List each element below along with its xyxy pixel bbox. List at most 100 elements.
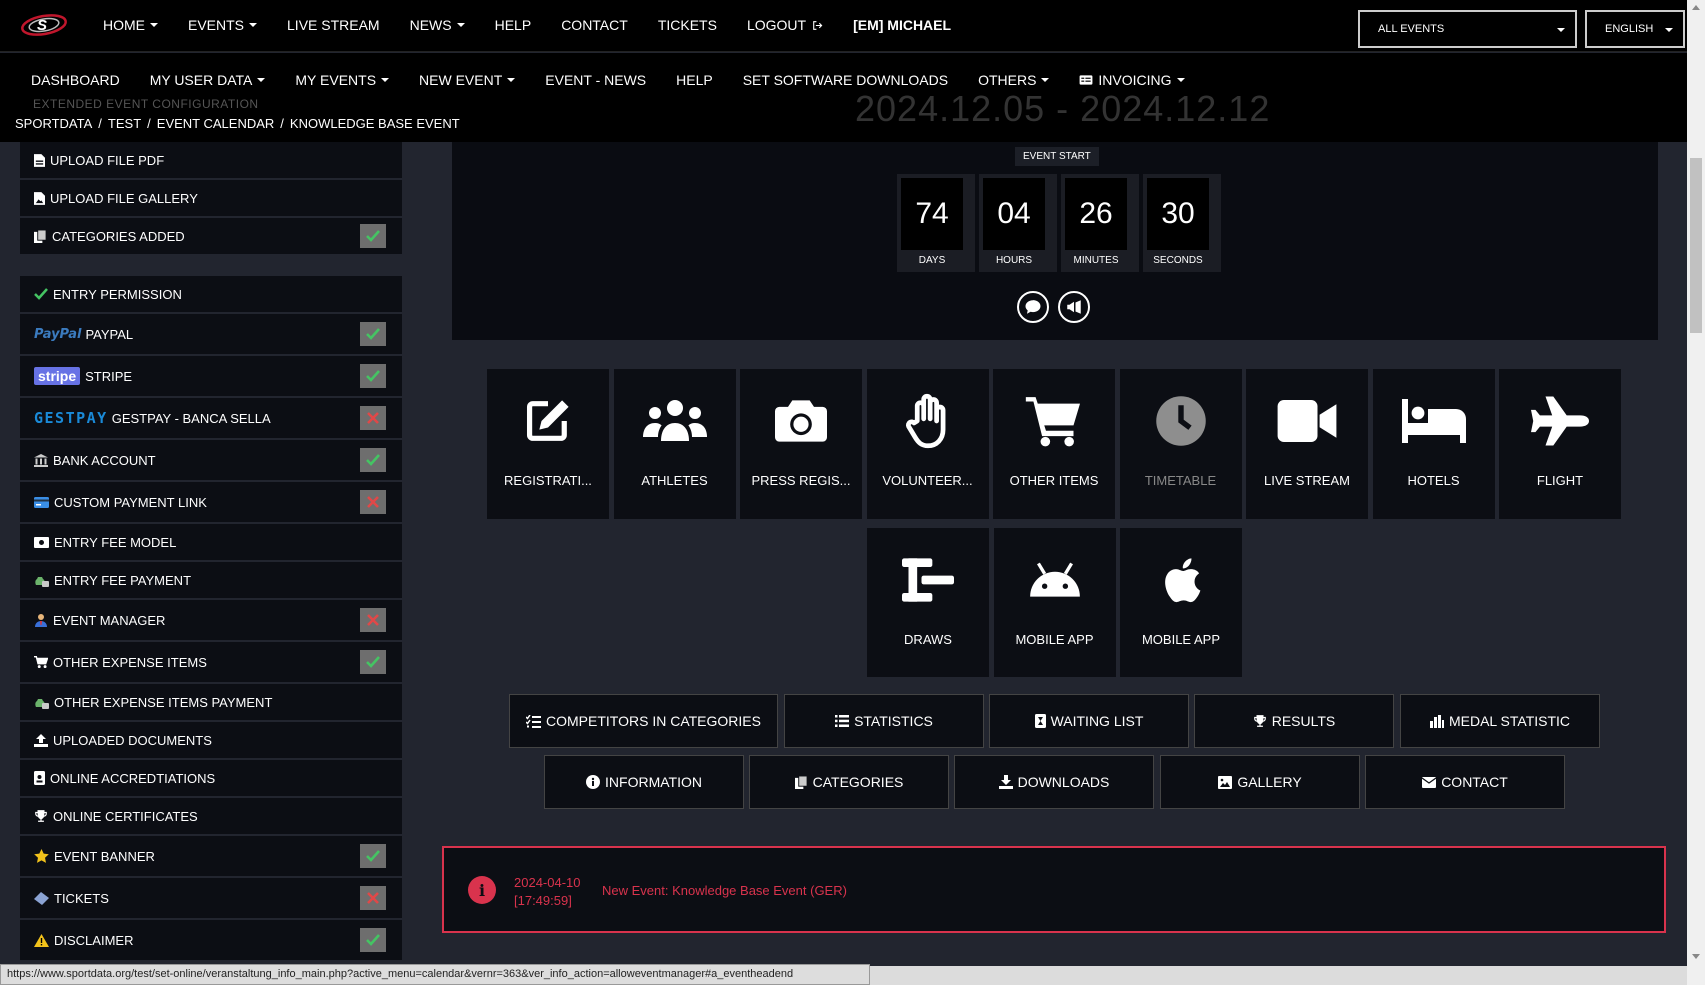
breadcrumb-item-sportdata[interactable]: SPORTDATA bbox=[15, 116, 92, 131]
sidebar-item-entry-fee-payment[interactable]: ENTRY FEE PAYMENT bbox=[20, 562, 402, 600]
camera-icon bbox=[775, 391, 827, 451]
countdown-unit-label: SECONDS bbox=[1153, 255, 1203, 266]
subnav-item-new-event[interactable]: NEW EVENT bbox=[404, 72, 530, 88]
subnav-item-set-software-downloads[interactable]: SET SOFTWARE DOWNLOADS bbox=[728, 72, 963, 88]
button-gallery[interactable]: GALLERY bbox=[1160, 755, 1360, 809]
user-menu[interactable]: [EM] MICHAEL bbox=[839, 17, 966, 33]
tile-mobile-app-apple[interactable]: MOBILE APP bbox=[1120, 528, 1242, 677]
subnav-item-label: SET SOFTWARE DOWNLOADS bbox=[742, 71, 949, 88]
nav-item-events[interactable]: EVENTS bbox=[173, 17, 272, 33]
svg-text:S: S bbox=[37, 17, 47, 34]
subnav-item-dashboard[interactable]: DASHBOARD bbox=[16, 72, 135, 88]
sidebar-item-categories-added[interactable]: CATEGORIES ADDED bbox=[20, 218, 402, 256]
tile-draws-draws[interactable]: DRAWS bbox=[867, 528, 989, 677]
nav-item-logout[interactable]: LOGOUT bbox=[732, 17, 839, 33]
sidebar-item-label: TICKETS bbox=[54, 890, 109, 906]
ticket-icon bbox=[34, 891, 49, 905]
countdown-unit-label: DAYS bbox=[918, 255, 946, 266]
countdown-panel: EVENT START 74 DAYS 04 HOURS 26 MINUTES 30 SECO… bbox=[452, 142, 1658, 340]
chevron-down-icon bbox=[150, 23, 158, 27]
announcement-button[interactable] bbox=[1058, 291, 1090, 323]
breadcrumb-item-event-calendar[interactable]: EVENT CALENDAR bbox=[157, 116, 275, 131]
tile-flight-plane[interactable]: FLIGHT bbox=[1499, 369, 1621, 519]
tile-athletes-users[interactable]: ATHLETES bbox=[613, 369, 736, 519]
sidebar-item-event-manager[interactable]: EVENT MANAGER bbox=[20, 600, 402, 642]
nav-item-news[interactable]: NEWS bbox=[395, 17, 480, 33]
subnav-item-my-user-data[interactable]: MY USER DATA bbox=[135, 72, 281, 88]
sidebar-item-online-accredtiations[interactable]: ONLINE ACCREDTIATIONS bbox=[20, 760, 402, 798]
language-select[interactable]: ENGLISH bbox=[1585, 10, 1685, 48]
sidebar-item-label: OTHER EXPENSE ITEMS bbox=[53, 654, 207, 670]
nav-item-help[interactable]: HELP bbox=[480, 17, 547, 33]
money-bag-icon bbox=[34, 695, 49, 709]
sidebar-item-tickets[interactable]: TICKETS bbox=[20, 878, 402, 920]
vertical-scrollbar[interactable] bbox=[1687, 0, 1705, 985]
nav-item-tickets[interactable]: TICKETS bbox=[643, 17, 732, 33]
tile-volunteer-hand[interactable]: VOLUNTEER... bbox=[866, 369, 989, 519]
alert-message[interactable]: New Event: Knowledge Base Event (GER) bbox=[602, 883, 847, 898]
tile-hotels-bed[interactable]: HOTELS bbox=[1372, 369, 1495, 519]
sidebar-item-event-banner[interactable]: EVENT BANNER bbox=[20, 836, 402, 878]
sidebar-item-custom-payment-link[interactable]: CUSTOM PAYMENT LINK bbox=[20, 482, 402, 524]
sidebar-item-disclaimer[interactable]: DISCLAIMER bbox=[20, 920, 402, 962]
sidebar-item-entry-permission[interactable]: ENTRY PERMISSION bbox=[20, 276, 402, 314]
horizontal-scrollbar[interactable] bbox=[870, 966, 1687, 985]
nav-item-live-stream[interactable]: LIVE STREAM bbox=[272, 17, 395, 33]
sidebar-item-other-expense-items-payment[interactable]: OTHER EXPENSE ITEMS PAYMENT bbox=[20, 684, 402, 722]
sidebar-item-upload-file-pdf[interactable]: UPLOAD FILE PDF bbox=[20, 142, 402, 180]
subnav-item-help[interactable]: HELP bbox=[661, 72, 728, 88]
countdown-unit-label: MINUTES bbox=[1073, 255, 1119, 266]
scroll-down-arrow-icon[interactable] bbox=[1692, 954, 1700, 959]
id-badge-icon bbox=[34, 771, 45, 785]
tile-registrati-edit[interactable]: REGISTRATI... bbox=[487, 369, 609, 519]
info-circle-icon: i bbox=[468, 876, 496, 904]
countdown-seconds: 30 SECONDS bbox=[1143, 174, 1221, 272]
subnav-item-my-events[interactable]: MY EVENTS bbox=[280, 72, 404, 88]
tile-label: FLIGHT bbox=[1536, 473, 1584, 488]
tile-press-regis-camera[interactable]: PRESS REGIS... bbox=[740, 369, 862, 519]
nav-item-home[interactable]: HOME bbox=[88, 17, 173, 33]
tile-timetable-clock[interactable]: TIMETABLE bbox=[1119, 369, 1242, 519]
sidebar-item-gestpay-banca-sella[interactable]: GESTPAY GESTPAY - BANCA SELLA bbox=[20, 398, 402, 440]
nav-item-contact[interactable]: CONTACT bbox=[546, 17, 643, 33]
scrollbar-thumb[interactable] bbox=[1690, 158, 1702, 333]
tile-label: ATHLETES bbox=[641, 473, 708, 488]
subnav-item-label: OTHERS bbox=[978, 71, 1037, 88]
sidebar-item-entry-fee-model[interactable]: ENTRY FEE MODEL bbox=[20, 524, 402, 562]
tile-mobile-app-android[interactable]: MOBILE APP bbox=[993, 528, 1116, 677]
button-waiting-list[interactable]: WAITING LIST bbox=[989, 694, 1189, 748]
button-downloads[interactable]: DOWNLOADS bbox=[954, 755, 1154, 809]
button-categories[interactable]: CATEGORIES bbox=[749, 755, 949, 809]
sidebar-item-online-certificates[interactable]: ONLINE CERTIFICATES bbox=[20, 798, 402, 836]
button-statistics[interactable]: STATISTICS bbox=[784, 694, 984, 748]
all-events-select[interactable]: ALL EVENTS bbox=[1358, 10, 1577, 48]
subnav-item-invoicing[interactable]: INVOICING bbox=[1064, 72, 1199, 88]
button-label: RESULTS bbox=[1271, 713, 1336, 729]
tile-live-stream-video-camera[interactable]: LIVE STREAM bbox=[1246, 369, 1368, 519]
breadcrumb-item-test[interactable]: TEST bbox=[108, 116, 141, 131]
sportdata-logo[interactable]: S bbox=[20, 13, 70, 37]
countdown-value: 30 bbox=[1147, 178, 1209, 250]
button-medal-statistic[interactable]: MEDAL STATISTIC bbox=[1400, 694, 1600, 748]
button-contact[interactable]: CONTACT bbox=[1365, 755, 1565, 809]
sidebar-item-upload-file-gallery[interactable]: UPLOAD FILE GALLERY bbox=[20, 180, 402, 218]
subnav-item-others[interactable]: OTHERS bbox=[963, 72, 1064, 88]
button-results[interactable]: RESULTS bbox=[1194, 694, 1394, 748]
sidebar-item-other-expense-items[interactable]: OTHER EXPENSE ITEMS bbox=[20, 642, 402, 684]
sidebar-item-label: GESTPAY - BANCA SELLA bbox=[111, 410, 271, 426]
sidebar-item-label: PAYPAL bbox=[85, 326, 134, 342]
status-missing-icon bbox=[360, 608, 386, 632]
button-competitors-in-categories[interactable]: COMPETITORS IN CATEGORIES bbox=[509, 694, 778, 748]
bank-icon bbox=[34, 453, 48, 467]
sidebar-item-bank-account[interactable]: BANK ACCOUNT bbox=[20, 440, 402, 482]
tile-other-items-shopping-cart[interactable]: OTHER ITEMS bbox=[993, 369, 1115, 519]
scroll-up-arrow-icon[interactable] bbox=[1692, 5, 1700, 10]
chat-button[interactable] bbox=[1017, 291, 1049, 323]
sidebar-item-uploaded-documents[interactable]: UPLOADED DOCUMENTS bbox=[20, 722, 402, 760]
breadcrumb-item-knowledge-base-event[interactable]: KNOWLEDGE BASE EVENT bbox=[290, 116, 460, 131]
breadcrumb: SPORTDATA / TEST / EVENT CALENDAR / KNOWLEDGE … bbox=[15, 116, 460, 131]
button-information[interactable]: INFORMATION bbox=[544, 755, 744, 809]
sidebar-item-stripe[interactable]: stripe STRIPE bbox=[20, 356, 402, 398]
subnav-item-event-news[interactable]: EVENT - NEWS bbox=[530, 72, 661, 88]
sidebar-item-paypal[interactable]: PayPal PAYPAL bbox=[20, 314, 402, 356]
